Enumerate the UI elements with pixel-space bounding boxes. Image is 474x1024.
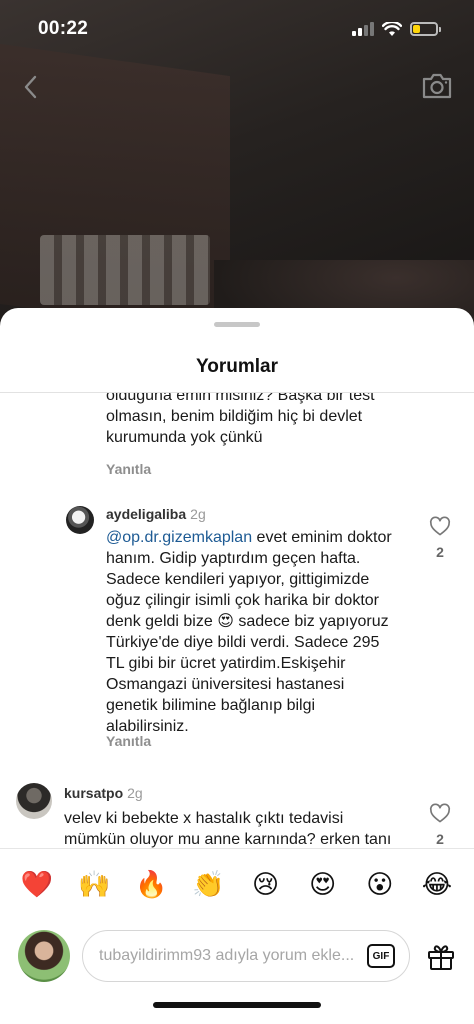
comments-list[interactable]: olduğuna emin misiniz? Başka bir test ol… — [0, 393, 474, 848]
comment-time: 2g — [127, 785, 143, 801]
emoji-heart[interactable]: ❤️ — [18, 870, 56, 900]
emoji-reaction-bar: ❤️ 🙌 🔥 👏 😢 😍 😮 😂 — [0, 848, 474, 920]
emoji-clap[interactable]: 👏 — [189, 870, 227, 900]
comment-username[interactable]: kursatpo — [64, 785, 123, 801]
camera-icon[interactable] — [420, 70, 454, 102]
emoji-heart-eyes[interactable]: 😍 — [304, 870, 342, 900]
status-icons — [352, 21, 441, 37]
comment-text: @op.dr.gizemkaplan evet eminim doktor ha… — [106, 527, 396, 737]
wifi-icon — [382, 21, 402, 36]
comment-header: aydeligaliba 2g — [106, 506, 206, 524]
emoji-fire[interactable]: 🔥 — [132, 870, 170, 900]
comment-item: olduğuna emin misiniz? Başka bir test ol… — [106, 393, 416, 477]
reply-button[interactable]: Yanıtla — [106, 461, 416, 477]
emoji-crying[interactable]: 😢 — [247, 870, 285, 900]
sheet-title: Yorumlar — [195, 356, 278, 377]
emoji-laughing[interactable]: 😂 — [418, 870, 456, 900]
like-count: 2 — [436, 544, 444, 560]
emoji-raised-hands[interactable]: 🙌 — [75, 870, 113, 900]
comment-username[interactable]: aydeligaliba — [106, 506, 186, 522]
mention-link[interactable]: @op.dr.gizemkaplan — [106, 529, 252, 546]
comment-text: velev ki bebekte x hastalık çıktı tedavi… — [64, 810, 392, 848]
comments-sheet: Yorumlar olduğuna emin misiniz? Başka bi… — [0, 308, 474, 1024]
chevron-left-icon[interactable] — [18, 72, 44, 102]
gif-button[interactable]: GIF — [367, 944, 395, 968]
heart-outline-icon[interactable] — [429, 803, 451, 823]
like-column: 2 — [426, 516, 454, 560]
like-column: 2 — [426, 803, 454, 847]
heart-outline-icon[interactable] — [429, 516, 451, 536]
comment-text: olduğuna emin misiniz? Başka bir test ol… — [106, 393, 375, 446]
background-plaque — [40, 235, 210, 305]
comment-input-box: GIF — [82, 930, 410, 982]
status-time: 00:22 — [38, 18, 89, 39]
comment-time: 2g — [190, 506, 206, 522]
comment-text-body: evet eminim doktor hanım. Gidip yaptırdı… — [106, 529, 392, 735]
comment-input-row: GIF — [0, 920, 474, 992]
cellular-signal-icon — [352, 22, 374, 36]
battery-icon — [410, 22, 441, 36]
comment-header: kursatpo 2g — [64, 785, 143, 803]
avatar[interactable] — [18, 930, 70, 982]
home-indicator — [153, 1002, 321, 1008]
gift-icon[interactable] — [426, 941, 456, 971]
avatar[interactable] — [16, 783, 52, 819]
status-bar: 00:22 — [0, 0, 474, 58]
like-count: 2 — [436, 831, 444, 847]
emoji-surprised[interactable]: 😮 — [361, 870, 399, 900]
sheet-grabber[interactable] — [214, 322, 260, 327]
reply-button[interactable]: Yanıtla — [106, 733, 151, 749]
reel-top-nav — [0, 66, 474, 106]
comment-input[interactable] — [99, 947, 359, 965]
avatar[interactable] — [66, 506, 94, 534]
